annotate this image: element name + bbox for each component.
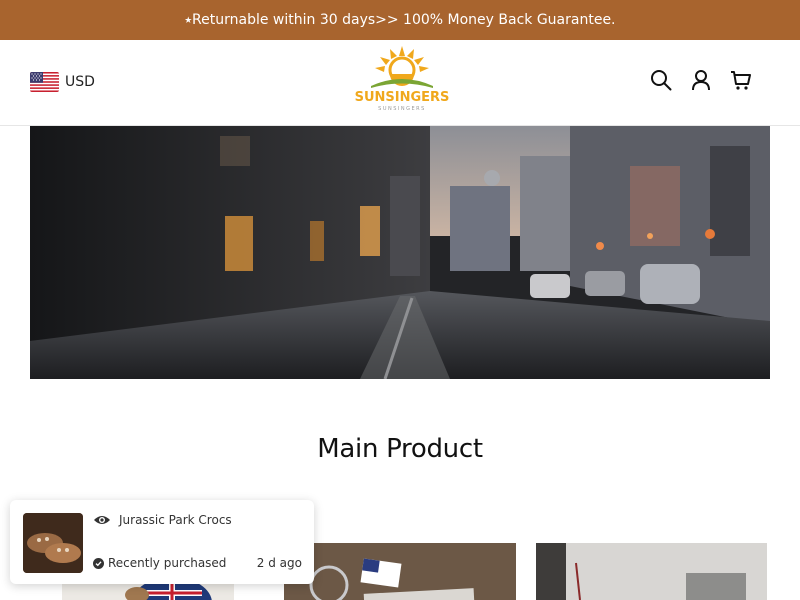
header-icons — [650, 69, 752, 91]
us-flag-icon — [30, 72, 59, 92]
notification-product: Jurassic Park Crocs — [93, 513, 232, 527]
notification-status: Recently purchased — [93, 556, 226, 570]
check-circle-icon — [93, 557, 104, 569]
eye-icon — [94, 516, 110, 524]
hero-banner[interactable] — [30, 126, 770, 379]
product-image — [284, 543, 516, 600]
product-image — [536, 543, 767, 600]
currency-selector[interactable]: USD — [30, 72, 95, 92]
site-logo[interactable]: SUNSINGERS SUNSINGERS — [355, 46, 449, 122]
logo-tagline: SUNSINGERS — [378, 106, 426, 112]
announcement-bar: ⭑Returnable within 30 days>> 100% Money … — [0, 0, 800, 40]
notification-status-text: Recently purchased — [108, 556, 227, 570]
notification-product-name[interactable]: Jurassic Park Crocs — [119, 513, 232, 527]
currency-code: USD — [65, 74, 95, 90]
product-thumbnail — [23, 513, 83, 573]
logo-wordmark: SUNSINGERS — [354, 90, 450, 105]
notification-time: 2 d ago — [256, 556, 302, 570]
announcement-text: ⭑Returnable within 30 days>> 100% Money … — [184, 12, 616, 28]
section-title: Main Product — [317, 434, 483, 464]
sun-logo-icon — [371, 46, 433, 88]
product-card[interactable] — [284, 543, 516, 600]
recent-purchase-notification[interactable]: Jurassic Park Crocs Recently purchased 2… — [10, 500, 314, 584]
city-street-photo — [30, 126, 770, 379]
search-icon[interactable] — [650, 69, 672, 91]
site-header: USD SUNSINGERS SUNSINGERS — [0, 40, 800, 126]
account-icon[interactable] — [690, 69, 712, 91]
product-card[interactable] — [536, 543, 767, 600]
cart-icon[interactable] — [730, 69, 752, 91]
